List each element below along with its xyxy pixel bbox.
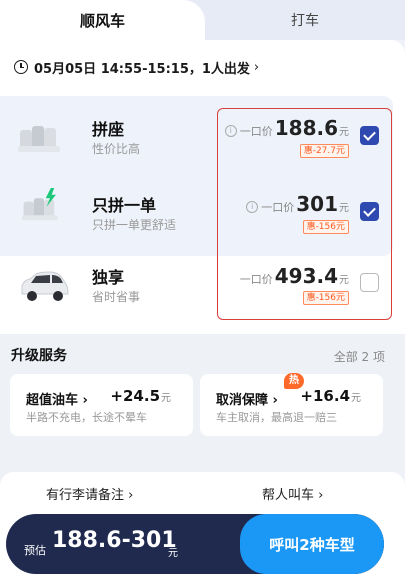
seat-icon bbox=[18, 126, 60, 152]
car-icon bbox=[21, 271, 69, 301]
tab-hitch[interactable]: 顺风车 bbox=[0, 0, 205, 40]
service-price-value: +24.5 bbox=[110, 387, 160, 405]
service-price-value: +16.4 bbox=[300, 387, 350, 405]
estimate-price-range: 188.6-301 bbox=[52, 528, 177, 553]
tab-bar: 顺风车 打车 bbox=[0, 0, 405, 40]
tab-taxi[interactable]: 打车 bbox=[205, 0, 405, 40]
estimate-unit: 元 bbox=[168, 548, 178, 559]
service-description: 车主取消，最高退一赔三 bbox=[216, 411, 337, 424]
departure-time-row[interactable]: 05月05日 14:55-15:15，1人出发 › bbox=[14, 56, 259, 78]
service-price: +16.4元 bbox=[300, 387, 361, 405]
service-price-unit: 元 bbox=[351, 393, 361, 404]
service-card-fuel-car[interactable]: 超值油车 › +24.5元 半路不充电，长途不晕车 bbox=[10, 374, 193, 436]
service-price: +24.5元 bbox=[110, 387, 171, 405]
option-name: 只拼一单 bbox=[92, 196, 157, 215]
option-name: 独享 bbox=[92, 268, 125, 287]
estimate-label: 预估 bbox=[24, 544, 46, 557]
order-bar: 预估 188.6-301 元 呼叫2种车型 bbox=[6, 514, 384, 574]
service-title: 超值油车 › bbox=[26, 393, 88, 408]
service-price-unit: 元 bbox=[161, 393, 171, 404]
service-title: 取消保障 › bbox=[216, 393, 278, 408]
call-car-button[interactable]: 呼叫2种车型 bbox=[240, 514, 384, 574]
option-subtitle: 只拼一单更舒适 bbox=[92, 218, 177, 232]
service-description: 半路不充电，长途不晕车 bbox=[26, 411, 147, 424]
chevron-right-icon: › bbox=[253, 59, 260, 75]
price-highlight-box bbox=[217, 108, 392, 320]
departure-time-text: 05月05日 14:55-15:15，1人出发 bbox=[34, 61, 250, 77]
upgrade-services-title: 升级服务 bbox=[11, 348, 67, 364]
hot-badge: 热 bbox=[284, 373, 304, 389]
clock-icon bbox=[14, 60, 28, 74]
option-subtitle: 省时省事 bbox=[92, 290, 141, 304]
seat-lightning-icon bbox=[21, 188, 58, 221]
option-subtitle: 性价比高 bbox=[92, 142, 141, 156]
upgrade-services-all-link[interactable]: 全部 2 项 bbox=[334, 348, 385, 365]
option-name: 拼座 bbox=[92, 120, 125, 139]
call-for-others-link[interactable]: 帮人叫车 › bbox=[262, 484, 323, 503]
luggage-note-link[interactable]: 有行李请备注 › bbox=[46, 484, 133, 503]
